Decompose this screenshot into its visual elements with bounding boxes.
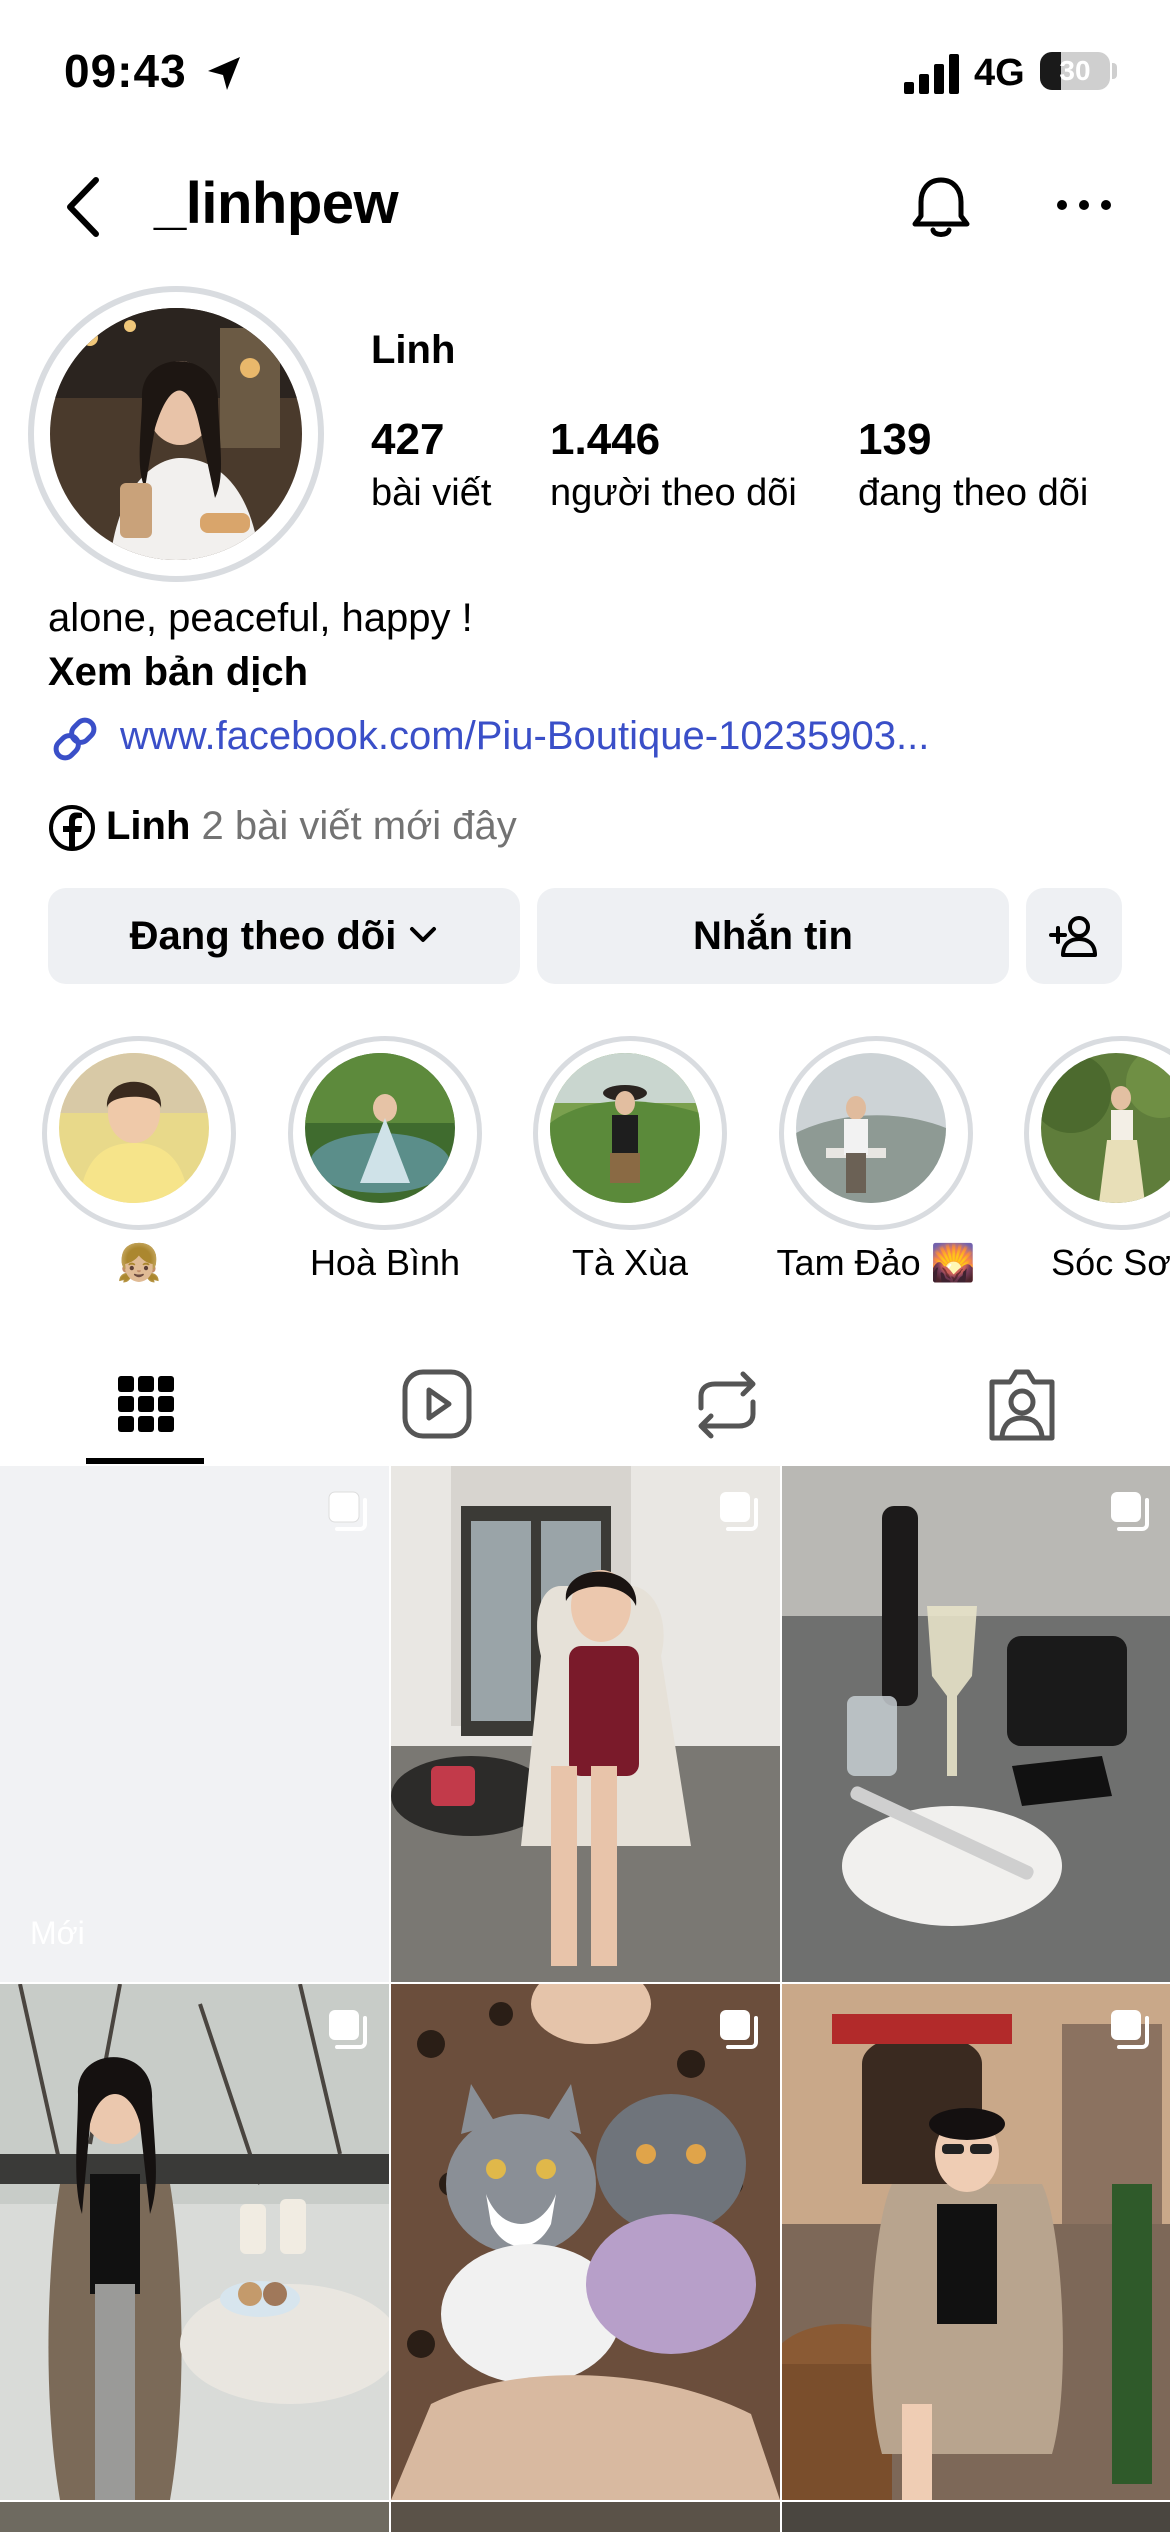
avatar-photo (50, 308, 302, 560)
facebook-crosspost-text: Linh 2 bài viết mới đây (106, 804, 517, 849)
post-thumbnail[interactable] (391, 1984, 780, 2500)
stat-posts-count: 427 (371, 415, 445, 464)
profile-username: _linhpew (154, 171, 399, 236)
stat-followers-count: 1.446 (550, 415, 661, 464)
highlight-label: Hoà Bình (309, 1242, 461, 1283)
status-bar: 09:43 4G 30 (0, 0, 1170, 150)
profile-display-name: Linh (371, 328, 456, 372)
post-thumbnail[interactable] (391, 1466, 780, 1982)
highlight-label: 👧🏼 (116, 1242, 162, 1283)
network-type: 4G (974, 52, 1025, 94)
post-thumbnail[interactable] (782, 1466, 1170, 1982)
stat-followers[interactable]: 1.446 người theo dõi (550, 412, 797, 518)
carousel-icon (720, 1492, 758, 1531)
post-thumbnail[interactable] (0, 2502, 389, 2532)
battery-icon: 30 (1040, 52, 1110, 90)
stat-following-count: 139 (858, 415, 932, 464)
post-thumbnail[interactable] (0, 1984, 389, 2500)
highlight-label: Tam Đảo 🌄 (776, 1242, 976, 1283)
active-tab-indicator (86, 1458, 204, 1464)
carousel-icon (1111, 1492, 1149, 1531)
highlight-cover (796, 1053, 946, 1203)
profile-header: _linhpew (0, 160, 1170, 250)
suggest-users-button[interactable] (1026, 888, 1122, 984)
profile-link-url[interactable]: www.facebook.com/Piu-Boutique-10235903..… (120, 714, 929, 759)
highlight-label: Tà Xùa (571, 1242, 689, 1283)
stat-posts[interactable]: 427 bài viết (371, 412, 491, 518)
stat-following[interactable]: 139 đang theo dõi (858, 412, 1088, 518)
back-button[interactable] (56, 174, 116, 240)
profile-link[interactable]: www.facebook.com/Piu-Boutique-10235903..… (48, 708, 1148, 768)
chevron-down-icon (410, 927, 437, 943)
status-time: 09:43 (64, 45, 187, 97)
message-button-label: Nhắn tin (693, 914, 853, 958)
add-user-icon (1049, 916, 1097, 957)
profile-bio: alone, peaceful, happy ! (48, 596, 473, 640)
grid-tab-icon[interactable] (86, 1346, 206, 1466)
following-button[interactable]: Đang theo dõi (48, 888, 520, 984)
following-button-label: Đang theo dõi (129, 914, 397, 958)
profile-avatar[interactable] (28, 286, 324, 582)
link-icon (53, 717, 97, 761)
facebook-subtitle: 2 bài viết mới đây (201, 804, 517, 848)
facebook-name: Linh (106, 804, 191, 848)
facebook-icon (49, 805, 95, 851)
reposts-tab-icon[interactable] (667, 1346, 787, 1466)
post-thumbnail[interactable] (782, 1984, 1170, 2500)
highlight-cover (59, 1053, 209, 1203)
more-options-icon[interactable] (1054, 190, 1114, 220)
post-thumbnail[interactable] (782, 2502, 1170, 2532)
highlight-cover (305, 1053, 455, 1203)
cellular-signal-icon (904, 54, 959, 94)
new-post-label: Mới (30, 1915, 85, 1951)
battery-cap (1112, 63, 1117, 79)
location-arrow-icon (208, 57, 240, 90)
tagged-tab-icon[interactable] (962, 1346, 1082, 1466)
message-button[interactable]: Nhắn tin (537, 888, 1009, 984)
stat-posts-label: bài viết (371, 472, 492, 514)
battery-percent: 30 (1059, 55, 1091, 86)
post-thumbnail[interactable]: Mới (0, 1466, 389, 1982)
carousel-icon (328, 1491, 367, 1531)
carousel-icon (720, 2010, 758, 2049)
notification-bell-icon[interactable] (906, 172, 976, 242)
post-thumbnail[interactable] (391, 2502, 780, 2532)
carousel-icon (329, 2010, 367, 2049)
highlight-label: Sóc Sơn (1051, 1242, 1170, 1283)
carousel-icon (1111, 2010, 1149, 2049)
reels-tab-icon[interactable] (377, 1346, 497, 1466)
highlight-cover (550, 1053, 700, 1203)
see-translation-link[interactable]: Xem bản dịch (48, 650, 308, 695)
stat-followers-label: người theo dõi (550, 472, 797, 514)
profile-tabs (0, 1346, 1170, 1466)
stat-following-label: đang theo dõi (858, 472, 1089, 514)
